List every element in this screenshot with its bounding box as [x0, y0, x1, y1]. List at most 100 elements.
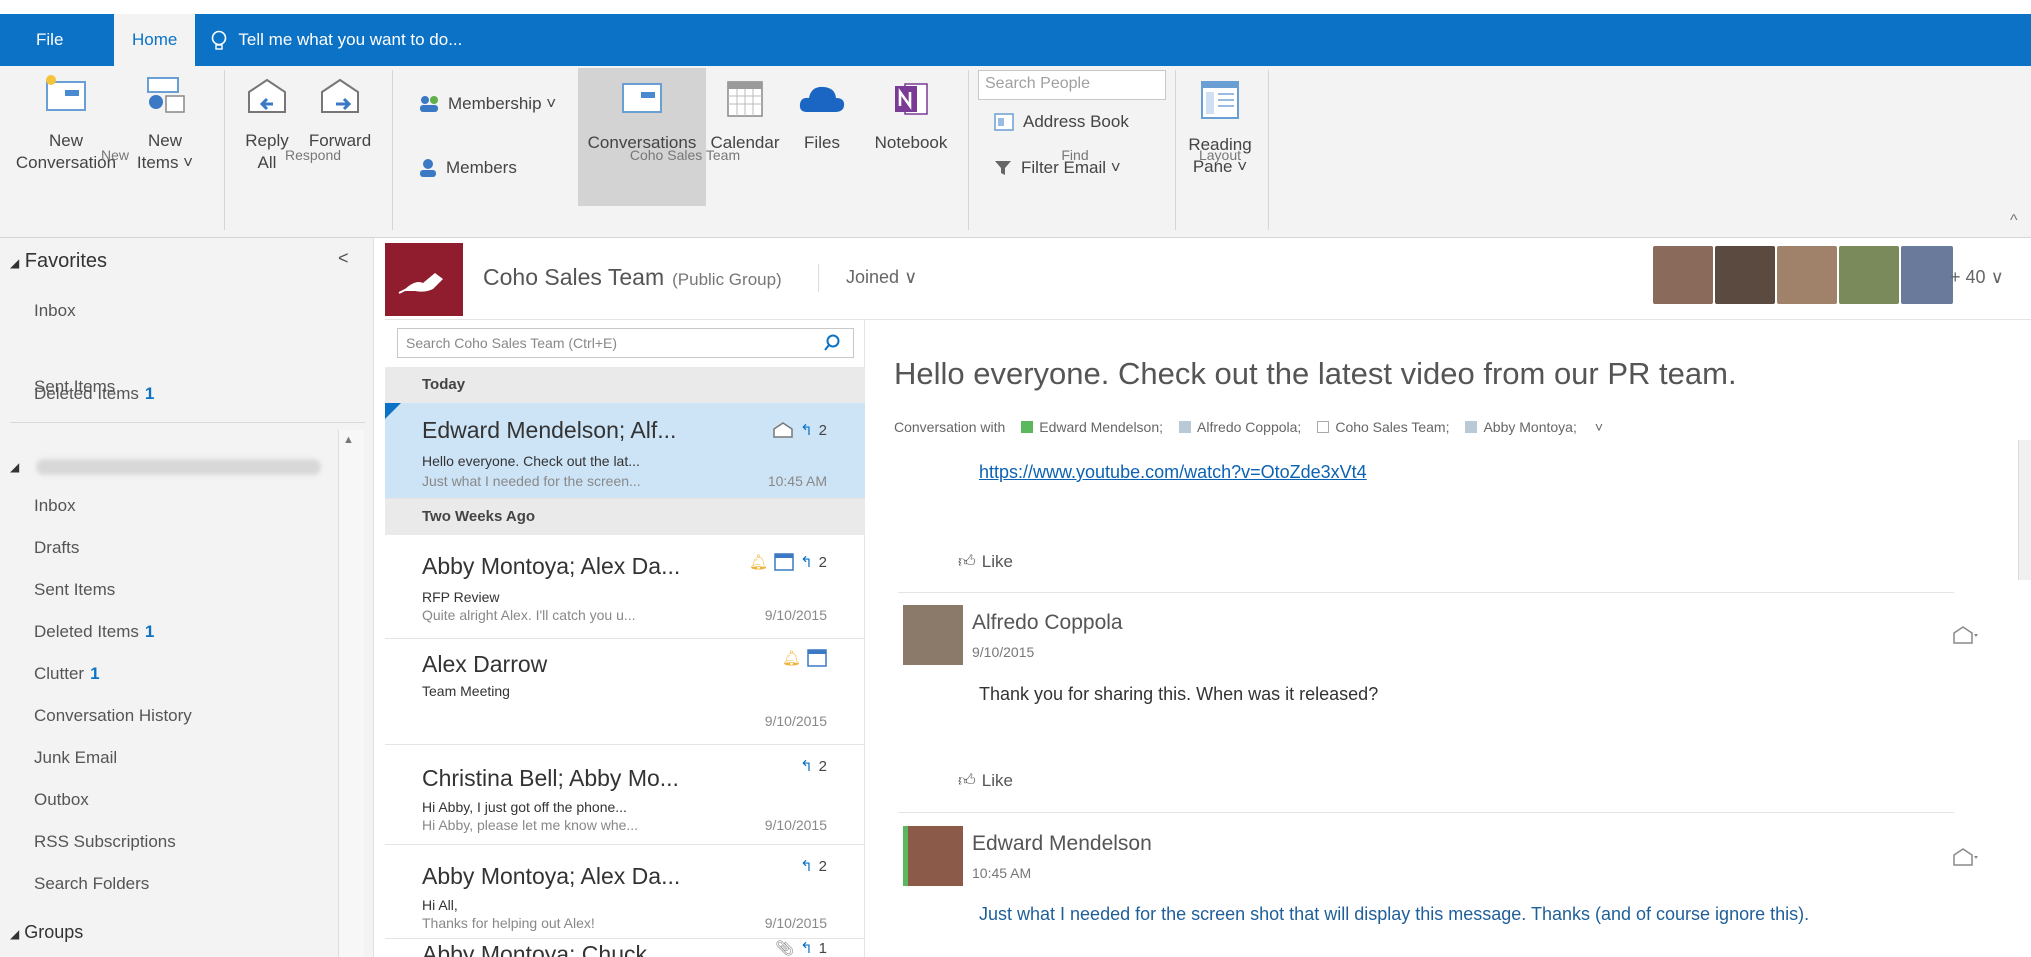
- section-header-two-weeks-ago: Two Weeks Ago: [385, 499, 865, 535]
- lightbulb-icon: [211, 30, 227, 50]
- reply-arrow-icon: ↰: [800, 858, 813, 875]
- video-link[interactable]: https://www.youtube.com/watch?v=OtoZde3x…: [979, 462, 1367, 483]
- folder-search-folders[interactable]: Search Folders: [34, 874, 149, 894]
- nav-divider: [10, 422, 365, 423]
- message-sender: Alex Darrow: [422, 651, 548, 677]
- reading-pane-button[interactable]: Reading Pane ˅: [1182, 80, 1258, 178]
- participant[interactable]: Coho Sales Team;: [1335, 419, 1449, 435]
- group-label-coho: Coho Sales Team: [629, 147, 741, 163]
- folder-label: Deleted Items: [34, 384, 139, 403]
- message-status-icons: ↰ 2: [800, 757, 827, 776]
- folder-sent-items[interactable]: Sent Items: [34, 580, 115, 600]
- group-search-input[interactable]: Search Coho Sales Team (Ctrl+E): [397, 328, 854, 358]
- membership-button[interactable]: Membership ˅: [418, 94, 556, 114]
- onenote-icon: [895, 83, 928, 115]
- presence-square: [1179, 421, 1192, 433]
- folder-conversation-history[interactable]: Conversation History: [34, 706, 192, 726]
- message-sender: Abby Montoya; Alex Da...: [422, 863, 681, 889]
- folder-label: Inbox: [34, 496, 76, 515]
- reply-count: 2: [818, 857, 827, 875]
- address-book-button[interactable]: Address Book: [993, 112, 1129, 132]
- reading-pane-icon: [1201, 81, 1239, 119]
- reading-pane: [866, 320, 2031, 957]
- message-date: 9/10/2015: [764, 607, 827, 623]
- collapse-folder-pane-icon[interactable]: <: [338, 248, 349, 269]
- message-row[interactable]: Abby Montoya; Chuck... 📎︎ ↰ 1: [385, 939, 865, 957]
- calendar-small-icon: [807, 649, 827, 667]
- forward-button[interactable]: Forward: [300, 74, 380, 152]
- reply-menu-icon[interactable]: [1952, 624, 1978, 651]
- more-members-button[interactable]: + 40 ∨: [1950, 267, 2004, 288]
- like-button[interactable]: 👍︎ Like: [958, 551, 1013, 572]
- message-status-icons: 📎︎ ↰ 1: [775, 939, 827, 957]
- folder-label: Outbox: [34, 790, 89, 809]
- message-row[interactable]: Christina Bell; Abby Mo... ↰ 2 Hi Abby, …: [385, 745, 865, 845]
- folder-drafts[interactable]: Drafts: [34, 538, 79, 558]
- folder-label: RSS Subscriptions: [34, 832, 176, 851]
- search-people-input[interactable]: Search People: [978, 70, 1166, 100]
- notebook-button[interactable]: Notebook: [864, 80, 958, 154]
- group-title: Coho Sales Team (Public Group): [483, 264, 782, 291]
- groups-header[interactable]: ◢ Groups: [10, 922, 83, 943]
- folder-label: Inbox: [34, 301, 76, 320]
- tell-me-search[interactable]: Tell me what you want to do...: [210, 14, 462, 66]
- post-date: 10:45 AM: [972, 865, 1032, 881]
- chevron-down-icon: ∨: [1990, 267, 2004, 287]
- message-status-icons: ↰ 2: [800, 857, 827, 876]
- calendar-button[interactable]: Calendar: [706, 80, 784, 154]
- more-members-count: + 40: [1950, 267, 1986, 287]
- expand-participants-icon[interactable]: ˅: [1595, 419, 1603, 435]
- member-avatars[interactable]: [1653, 246, 1953, 304]
- reply-count: 2: [818, 421, 827, 439]
- conversations-button[interactable]: Conversations: [580, 80, 704, 154]
- favorites-header[interactable]: ◢ Favorites: [10, 250, 107, 273]
- folder-clutter[interactable]: Clutter 1: [34, 664, 100, 684]
- folder-deleted-items[interactable]: Deleted Items 1: [34, 622, 154, 642]
- message-row[interactable]: Alex Darrow 🔔︎ Team Meeting 9/10/2015: [385, 639, 865, 745]
- favorites-deleted-items[interactable]: Deleted Items 1: [34, 384, 154, 404]
- participant[interactable]: Edward Mendelson;: [1039, 419, 1163, 435]
- message-sender: Edward Mendelson; Alf...: [422, 417, 677, 443]
- members-button[interactable]: Members: [418, 158, 517, 178]
- message-status-icons: 🔔︎ ↰ 2: [749, 553, 827, 571]
- folder-junk-email[interactable]: Junk Email: [34, 748, 117, 768]
- message-preview: Quite alright Alex. I'll catch you u...: [422, 607, 636, 623]
- unread-count: 1: [144, 384, 155, 403]
- menu-tab-file[interactable]: File: [18, 14, 81, 66]
- account-header[interactable]: ◢: [10, 458, 19, 474]
- group-logo: [385, 243, 463, 316]
- files-button[interactable]: Files: [792, 80, 852, 154]
- expand-triangle-icon: ◢: [10, 927, 20, 941]
- onedrive-cloud-icon: [799, 86, 845, 112]
- participant[interactable]: Abby Montoya;: [1483, 419, 1576, 435]
- scroll-up-arrow-icon[interactable]: ▲: [343, 434, 354, 446]
- favorites-inbox[interactable]: Inbox: [34, 301, 76, 321]
- reply-menu-icon[interactable]: [1952, 846, 1978, 873]
- group-name: Coho Sales Team: [483, 264, 665, 290]
- joined-dropdown[interactable]: Joined ∨: [846, 267, 917, 288]
- bell-icon: 🔔︎: [749, 554, 769, 571]
- like-label: Like: [981, 551, 1013, 571]
- message-sender: Abby Montoya; Chuck...: [422, 941, 667, 957]
- folder-rss-subscriptions[interactable]: RSS Subscriptions: [34, 832, 176, 852]
- like-button[interactable]: 👍︎ Like: [958, 770, 1013, 791]
- folder-label: Deleted Items: [34, 622, 139, 641]
- files-label: Files: [804, 133, 840, 152]
- collapse-ribbon-icon[interactable]: ^: [2010, 212, 2018, 230]
- membership-label: Membership ˅: [448, 94, 557, 113]
- message-status-icons: ↰ 2: [772, 421, 827, 439]
- post-author: Edward Mendelson: [972, 832, 1152, 855]
- folder-outbox[interactable]: Outbox: [34, 790, 89, 810]
- unread-corner-marker: [385, 403, 401, 419]
- message-preview: Hi Abby, please let me know whe...: [422, 817, 639, 833]
- message-row[interactable]: Abby Montoya; Alex Da... 🔔︎ ↰ 2 RFP Revi…: [385, 535, 865, 639]
- menu-tab-home[interactable]: Home: [114, 14, 196, 66]
- message-row[interactable]: Abby Montoya; Alex Da... ↰ 2 Hi All, Tha…: [385, 845, 865, 939]
- conversation-participants: Conversation with Edward Mendelson; Alfr…: [894, 419, 1603, 435]
- message-row[interactable]: Edward Mendelson; Alf... ↰ 2 Hello every…: [385, 403, 865, 499]
- participant[interactable]: Alfredo Coppola;: [1197, 419, 1301, 435]
- folder-inbox[interactable]: Inbox: [34, 496, 76, 516]
- avatar: [1715, 246, 1775, 304]
- folder-scrollbar[interactable]: [338, 430, 364, 957]
- reading-scrollbar[interactable]: [2018, 440, 2031, 580]
